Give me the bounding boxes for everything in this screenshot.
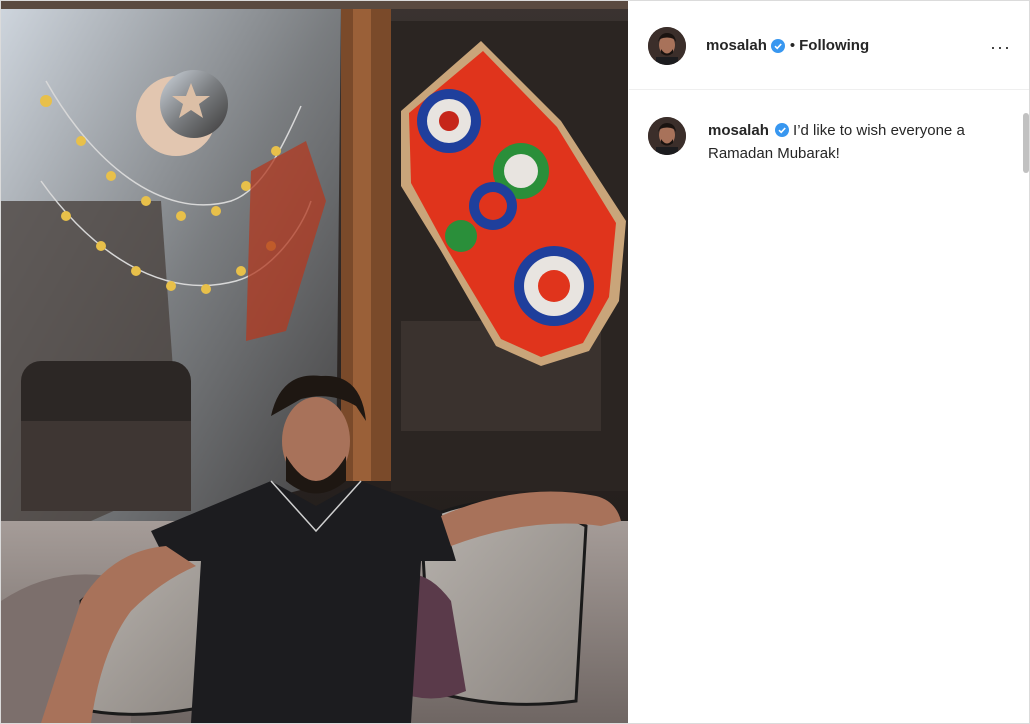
more-options-icon[interactable]: ··· xyxy=(990,37,1011,58)
following-button[interactable]: Following xyxy=(799,37,869,54)
avatar[interactable] xyxy=(648,27,686,65)
caption-username-link[interactable]: mosalah xyxy=(708,122,769,139)
post-side-panel: mosalah • Following ··· mosalah I’d like… xyxy=(629,1,1029,723)
header-text: mosalah • Following xyxy=(706,37,869,54)
caption-text-block: mosalah I’d like to wish everyone a Rama… xyxy=(708,119,1008,165)
instagram-post: mosalah • Following ··· mosalah I’d like… xyxy=(0,0,1030,724)
caption-avatar[interactable] xyxy=(648,117,686,155)
caption-verified-badge-icon xyxy=(774,123,789,137)
verified-badge-icon xyxy=(770,38,785,53)
post-header: mosalah • Following ··· xyxy=(629,1,1029,90)
username-link[interactable]: mosalah xyxy=(706,37,767,54)
post-photo[interactable] xyxy=(1,1,628,723)
separator-dot: • xyxy=(789,37,796,54)
scrollbar-thumb[interactable] xyxy=(1023,113,1029,173)
